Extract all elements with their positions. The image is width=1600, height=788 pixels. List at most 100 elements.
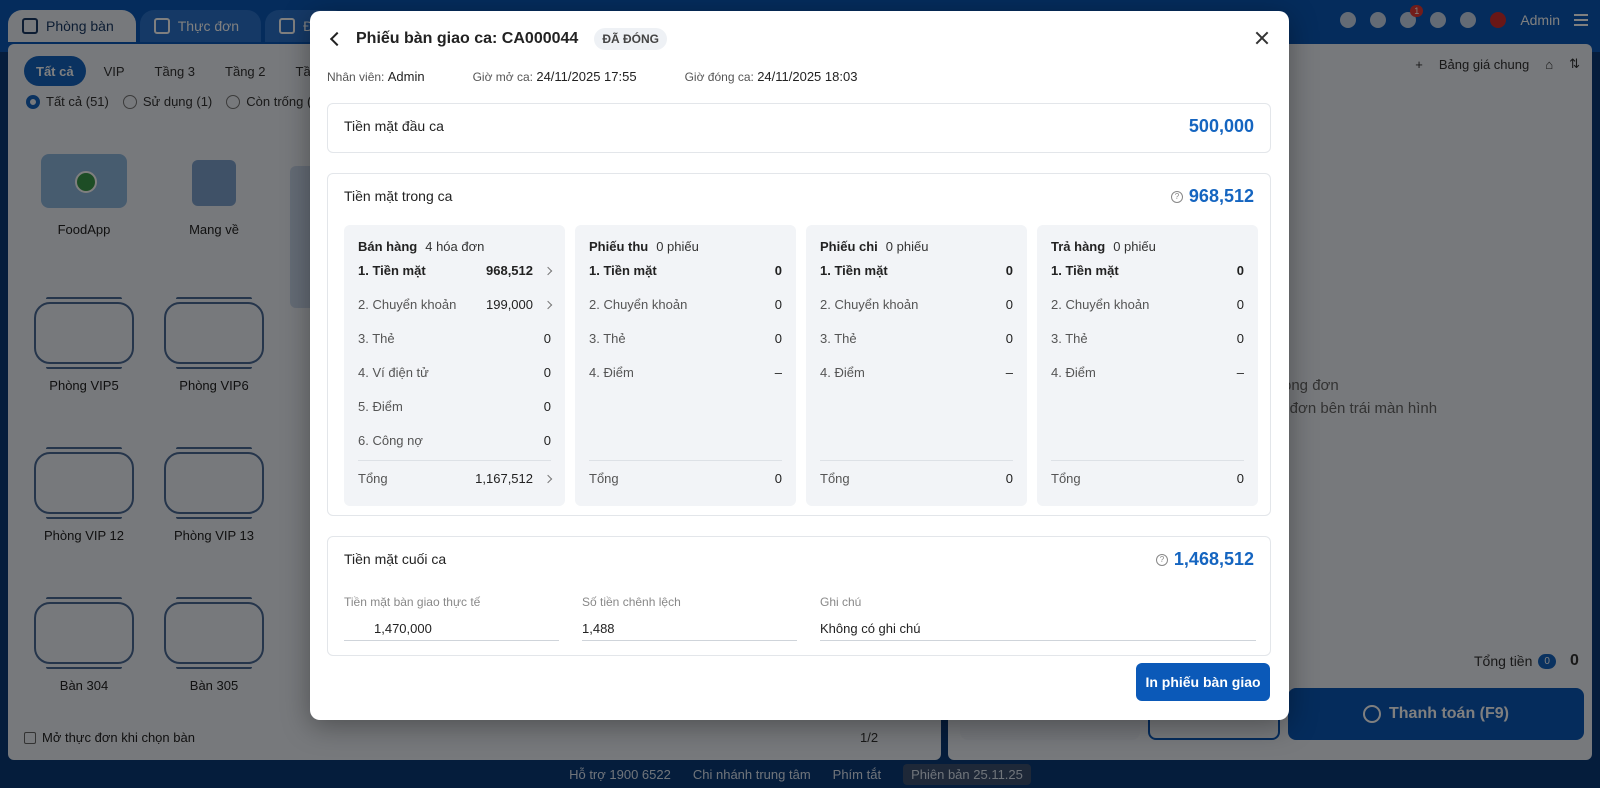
row-label: 4. Điểm — [1051, 365, 1096, 380]
note-input[interactable]: Không có ghi chú — [820, 617, 1256, 641]
chevron-right-icon[interactable] — [543, 300, 553, 309]
start-cash-card: Tiền mặt đầu ca 500,000 — [327, 103, 1271, 153]
print-handover-button[interactable]: In phiếu bàn giao — [1136, 663, 1270, 701]
row-label: 2. Chuyển khoản — [820, 297, 919, 312]
row-value-wrap: 0 — [544, 365, 551, 380]
in-shift-card: Tiền mặt trong ca ? 968,512 Bán hàng 4 hóa… — [327, 173, 1271, 516]
employee-meta: Nhân viên: Admin — [327, 69, 425, 84]
end-cash-value: 1,468,512 — [1173, 549, 1254, 569]
in-shift-label: Tiền mặt trong ca — [344, 188, 453, 204]
chevron-right-icon[interactable] — [543, 474, 553, 483]
diff-label: Số tiền chênh lệch — [582, 595, 681, 609]
row-label: 6. Công nợ — [358, 433, 423, 448]
help-icon[interactable]: ? — [1155, 553, 1168, 566]
back-icon[interactable] — [329, 31, 345, 47]
shift-handover-modal: Phiếu bàn giao ca: CA000044 ĐÃ ĐÓNG Nhân… — [310, 11, 1289, 720]
row-value: 0 — [543, 365, 551, 380]
payment-row: 3. Thẻ 0 — [358, 331, 551, 346]
row-value-wrap: 0 — [544, 399, 551, 414]
chevron-right-icon[interactable] — [543, 266, 553, 275]
row-value: 0 — [1005, 331, 1013, 346]
employee-value: Admin — [387, 69, 425, 84]
column-count: 4 hóa đơn — [425, 239, 485, 254]
row-label: 4. Ví điện tử — [358, 365, 429, 380]
row-value-wrap: 0 — [1237, 331, 1244, 346]
column-header: Bán hàng 4 hóa đơn — [358, 239, 484, 254]
end-cash-total: ? 1,468,512 — [1155, 549, 1254, 570]
start-cash-value: 500,000 — [1188, 116, 1254, 136]
column-title: Phiếu chi — [820, 239, 878, 254]
row-value: 0 — [1236, 297, 1244, 312]
column-header: Phiếu thu 0 phiếu — [589, 239, 699, 254]
row-value-wrap: 0 — [1006, 263, 1013, 278]
divider — [358, 460, 551, 461]
end-cash-label: Tiền mặt cuối ca — [344, 551, 447, 567]
close-time-label: Giờ đóng ca: — [684, 70, 754, 84]
payment-row: 4. Ví điện tử 0 — [358, 365, 551, 380]
row-value: 968,512 — [486, 263, 533, 278]
row-value: – — [1236, 365, 1244, 380]
total-value-wrap: 0 — [1237, 471, 1244, 486]
column-count: 0 phiếu — [885, 239, 929, 254]
payment-row[interactable]: 1. Tiền mặt 968,512 — [358, 263, 553, 278]
row-label: 3. Thẻ — [1051, 331, 1088, 346]
payment-row: 2. Chuyển khoản 0 — [820, 297, 1013, 312]
payment-row: 4. Điểm – — [1051, 365, 1244, 380]
row-value: 0 — [774, 297, 782, 312]
end-cash-card: Tiền mặt cuối ca ? 1,468,512 Tiền mặt bàn… — [327, 536, 1271, 656]
payment-row: 4. Điểm – — [820, 365, 1013, 380]
payment-row: 5. Điểm 0 — [358, 399, 551, 414]
row-value: 0 — [1005, 297, 1013, 312]
help-icon[interactable]: ? — [1170, 190, 1183, 203]
row-value-wrap: 0 — [544, 433, 551, 448]
payment-row: 1. Tiền mặt 0 — [1051, 263, 1244, 278]
total-value-wrap: 1,167,512 — [475, 471, 553, 486]
row-value: 0 — [543, 433, 551, 448]
status-badge: ĐÃ ĐÓNG — [594, 28, 667, 50]
payment-row: 2. Chuyển khoản 0 — [589, 297, 782, 312]
row-value-wrap: – — [1006, 365, 1013, 380]
row-value: 199,000 — [486, 297, 533, 312]
column-count: 0 phiếu — [1113, 239, 1156, 254]
divider — [1051, 460, 1244, 461]
close-icon[interactable] — [1253, 29, 1271, 47]
row-value-wrap: 0 — [1237, 297, 1244, 312]
modal-title: Phiếu bàn giao ca: CA000044 — [356, 30, 579, 47]
close-time-meta: Giờ đóng ca: 24/11/2025 18:03 — [685, 69, 858, 84]
open-time-value: 24/11/2025 17:55 — [536, 69, 637, 84]
divider — [820, 460, 1013, 461]
column-total-row[interactable]: Tổng 1,167,512 — [358, 471, 553, 486]
row-value: – — [774, 365, 782, 380]
row-label: 1. Tiền mặt — [358, 263, 426, 278]
column-total-row: Tổng 0 — [589, 471, 782, 486]
total-label: Tổng — [358, 471, 388, 486]
close-time-value: 24/11/2025 18:03 — [757, 69, 858, 84]
row-label: 1. Tiền mặt — [589, 263, 657, 278]
row-value-wrap: 0 — [1006, 297, 1013, 312]
row-value-wrap: 0 — [775, 297, 782, 312]
row-label: 3. Thẻ — [820, 331, 857, 346]
actual-cash-input[interactable]: 1,470,000 — [344, 617, 559, 641]
row-value: 0 — [774, 263, 782, 278]
row-value-wrap: 968,512 — [486, 263, 553, 278]
column-total-row: Tổng 0 — [1051, 471, 1244, 486]
row-value: 0 — [1005, 263, 1013, 278]
column-title: Trả hàng — [1051, 239, 1106, 254]
row-value-wrap: 0 — [544, 331, 551, 346]
column-title: Phiếu thu — [589, 239, 649, 254]
row-label: 3. Thẻ — [358, 331, 395, 346]
column-header: Trả hàng 0 phiếu — [1051, 239, 1156, 254]
payment-row: 2. Chuyển khoản 0 — [1051, 297, 1244, 312]
payment-row: 6. Công nợ 0 — [358, 433, 551, 448]
row-value: 0 — [543, 399, 551, 414]
payment-row: 1. Tiền mặt 0 — [589, 263, 782, 278]
total-value-wrap: 0 — [1006, 471, 1013, 486]
total-value: 0 — [1005, 471, 1013, 486]
employee-label: Nhân viên: — [327, 70, 385, 84]
payment-row: 4. Điểm – — [589, 365, 782, 380]
row-value-wrap: – — [775, 365, 782, 380]
row-value-wrap: 0 — [1006, 331, 1013, 346]
row-label: 1. Tiền mặt — [1051, 263, 1119, 278]
column-count: 0 phiếu — [656, 239, 699, 254]
payment-row[interactable]: 2. Chuyển khoản 199,000 — [358, 297, 553, 312]
